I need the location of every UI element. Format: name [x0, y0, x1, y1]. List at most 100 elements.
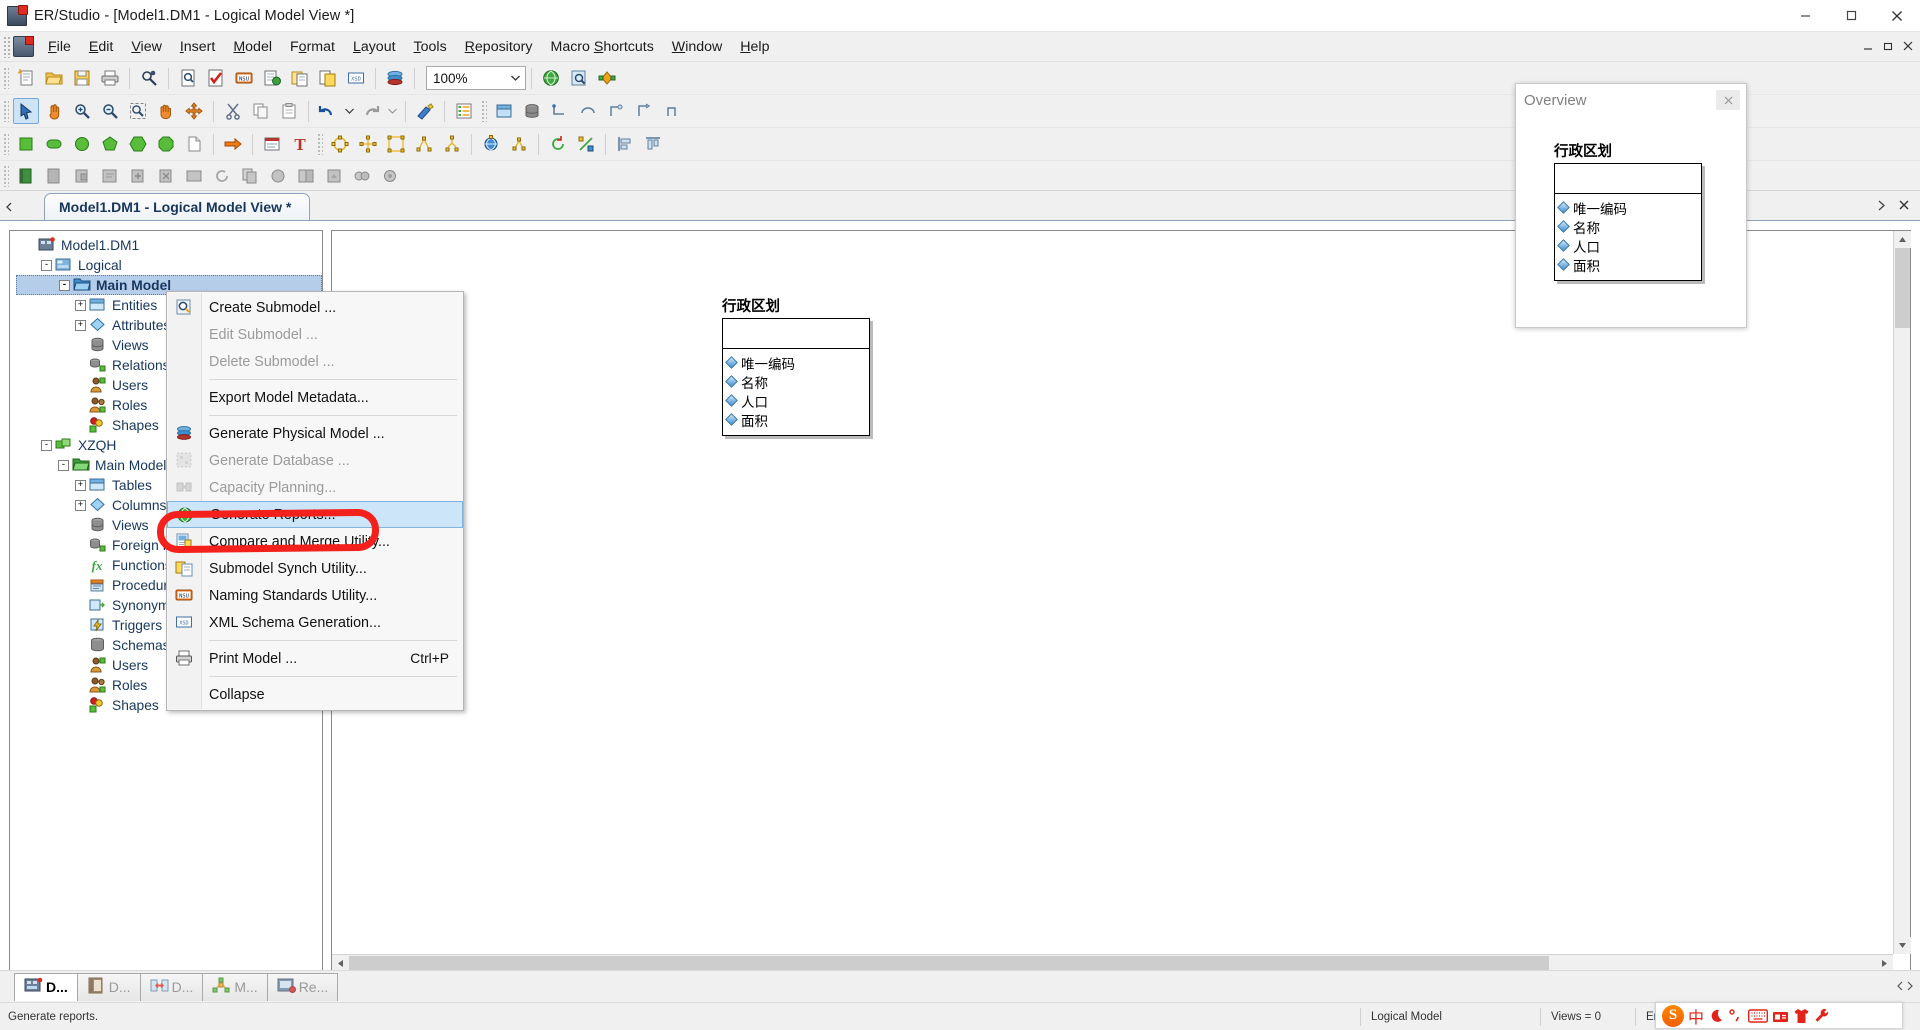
pan-hand-icon[interactable] — [41, 98, 67, 124]
layout-hierarchical-icon[interactable] — [439, 131, 465, 157]
context-menu-item-print-model[interactable]: Print Model ...Ctrl+P — [167, 645, 463, 672]
maximize-icon[interactable] — [1828, 0, 1874, 32]
canvas-vertical-scrollbar[interactable] — [1893, 231, 1910, 954]
hexagon-shape-icon[interactable] — [125, 131, 151, 157]
repository-lock-icon[interactable] — [377, 163, 403, 189]
toolbar-grip[interactable] — [3, 133, 9, 155]
close-icon[interactable] — [1874, 0, 1920, 32]
compare-merge-icon[interactable] — [315, 65, 341, 91]
layout-circular-icon[interactable] — [327, 131, 353, 157]
bottom-tab-data-lineage[interactable]: D... — [140, 973, 204, 1001]
align-left-icon[interactable] — [612, 131, 638, 157]
view-icon[interactable] — [519, 98, 545, 124]
redo-dropdown-icon[interactable] — [386, 98, 399, 124]
rounded-shape-icon[interactable] — [41, 131, 67, 157]
repository-checkout-icon[interactable] — [69, 163, 95, 189]
export-metadata-icon[interactable] — [259, 65, 285, 91]
move-icon[interactable] — [181, 98, 207, 124]
generate-reports-icon[interactable] — [538, 65, 564, 91]
undo-icon[interactable] — [315, 98, 341, 124]
zoom-out-icon[interactable] — [97, 98, 123, 124]
naming-standards-icon[interactable]: NSU — [231, 65, 257, 91]
repository-merge-icon[interactable] — [349, 163, 375, 189]
tab-scroll-left-icon[interactable] — [1896, 978, 1904, 996]
pentagon-shape-icon[interactable] — [97, 131, 123, 157]
zoom-region-icon[interactable] — [125, 98, 151, 124]
context-menu-item-generate-physical-model[interactable]: Generate Physical Model ... — [167, 420, 463, 447]
copy-icon[interactable] — [248, 98, 274, 124]
minimize-icon[interactable] — [1782, 0, 1828, 32]
entity-xingzhengquhua[interactable]: 行政区划 唯一编码名称人口面积 — [722, 295, 870, 436]
print-icon[interactable] — [97, 65, 123, 91]
model-context-menu[interactable]: Create Submodel ...Edit Submodel ...Dele… — [166, 291, 464, 711]
rotate-icon[interactable] — [545, 131, 571, 157]
zoom-in-icon[interactable] — [69, 98, 95, 124]
expand-plus-icon[interactable]: + — [75, 320, 86, 331]
repository-diagram-icon[interactable] — [265, 163, 291, 189]
repository-get-icon[interactable] — [97, 163, 123, 189]
context-menu-item-naming-standards-utility[interactable]: NSUNaming Standards Utility... — [167, 582, 463, 609]
expand-plus-icon[interactable]: + — [75, 500, 86, 511]
chevron-down-icon[interactable] — [505, 67, 525, 89]
bottom-tab-macro[interactable]: M... — [202, 973, 267, 1001]
bottom-tab-data-model[interactable]: D... — [14, 973, 78, 1001]
menu-item-window[interactable]: Window — [663, 36, 731, 58]
redo-icon[interactable] — [358, 98, 384, 124]
expand-plus-icon[interactable]: + — [75, 480, 86, 491]
layout-global-icon[interactable] — [478, 131, 504, 157]
select-pointer-icon[interactable] — [13, 98, 39, 124]
context-menu-item-submodel-synch-utility[interactable]: Submodel Synch Utility... — [167, 555, 463, 582]
text-icon[interactable]: T — [287, 131, 313, 157]
mdi-close-icon[interactable] — [1902, 39, 1914, 55]
list-icon[interactable] — [451, 98, 477, 124]
relationship-many-icon[interactable] — [631, 98, 657, 124]
repository-refresh-icon[interactable] — [209, 163, 235, 189]
format-brush-icon[interactable] — [412, 98, 438, 124]
magnify-model-icon[interactable] — [566, 65, 592, 91]
layout-node-icon[interactable] — [506, 131, 532, 157]
keyboard-icon[interactable] — [1748, 1009, 1768, 1023]
menu-item-file[interactable]: File — [39, 36, 80, 58]
scroll-up-icon[interactable] — [1894, 231, 1911, 248]
mdi-restore-icon[interactable] — [1882, 39, 1894, 55]
grab-hand-icon[interactable] — [153, 98, 179, 124]
undo-dropdown-icon[interactable] — [343, 98, 356, 124]
skin-icon[interactable] — [1793, 1008, 1810, 1024]
layout-orthogonal-icon[interactable] — [355, 131, 381, 157]
punctuation-icon[interactable] — [1728, 1008, 1744, 1024]
tree-node-logical[interactable]: -Logical — [16, 255, 322, 275]
validate-icon[interactable] — [203, 65, 229, 91]
overview-panel[interactable]: Overview 行政区划 唯一编码名称人口面积 — [1515, 83, 1747, 328]
collapse-minus-icon[interactable]: - — [59, 280, 70, 291]
align-top-icon[interactable] — [640, 131, 666, 157]
menu-item-tools[interactable]: Tools — [405, 36, 456, 58]
menu-item-help[interactable]: Help — [731, 36, 778, 58]
collapse-minus-icon[interactable]: - — [58, 460, 69, 471]
open-folder-icon[interactable] — [41, 65, 67, 91]
diagram-surface[interactable]: 行政区划 唯一编码名称人口面积 — [332, 231, 1893, 954]
find-icon[interactable] — [136, 65, 162, 91]
toolbox-icon[interactable] — [1772, 1008, 1789, 1024]
cut-icon[interactable] — [220, 98, 246, 124]
menu-item-model[interactable]: Model — [224, 36, 281, 58]
new-document-icon[interactable] — [13, 65, 39, 91]
rectangle-shape-icon[interactable] — [13, 131, 39, 157]
moon-icon[interactable] — [1708, 1008, 1724, 1024]
wrench-icon[interactable] — [1814, 1008, 1830, 1024]
submodel-synch-icon[interactable] — [287, 65, 313, 91]
vertical-scroll-thumb[interactable] — [1895, 248, 1910, 328]
zoom-level-combobox[interactable]: 100% — [426, 66, 526, 90]
paste-icon[interactable] — [276, 98, 302, 124]
canvas-horizontal-scrollbar[interactable] — [332, 954, 1893, 971]
chevron-left-icon[interactable] — [0, 194, 18, 220]
repository-status-icon[interactable] — [181, 163, 207, 189]
expand-plus-icon[interactable]: + — [75, 300, 86, 311]
xml-schema-icon[interactable]: XSD — [343, 65, 369, 91]
repository-copy-icon[interactable] — [237, 163, 263, 189]
sogou-logo-icon[interactable]: S — [1662, 1005, 1684, 1027]
relationship-recursive-icon[interactable] — [659, 98, 685, 124]
scroll-down-icon[interactable] — [1894, 937, 1911, 954]
context-menu-item-collapse[interactable]: Collapse — [167, 681, 463, 708]
collapse-minus-icon[interactable]: - — [41, 440, 52, 451]
menu-grip[interactable] — [3, 36, 10, 58]
